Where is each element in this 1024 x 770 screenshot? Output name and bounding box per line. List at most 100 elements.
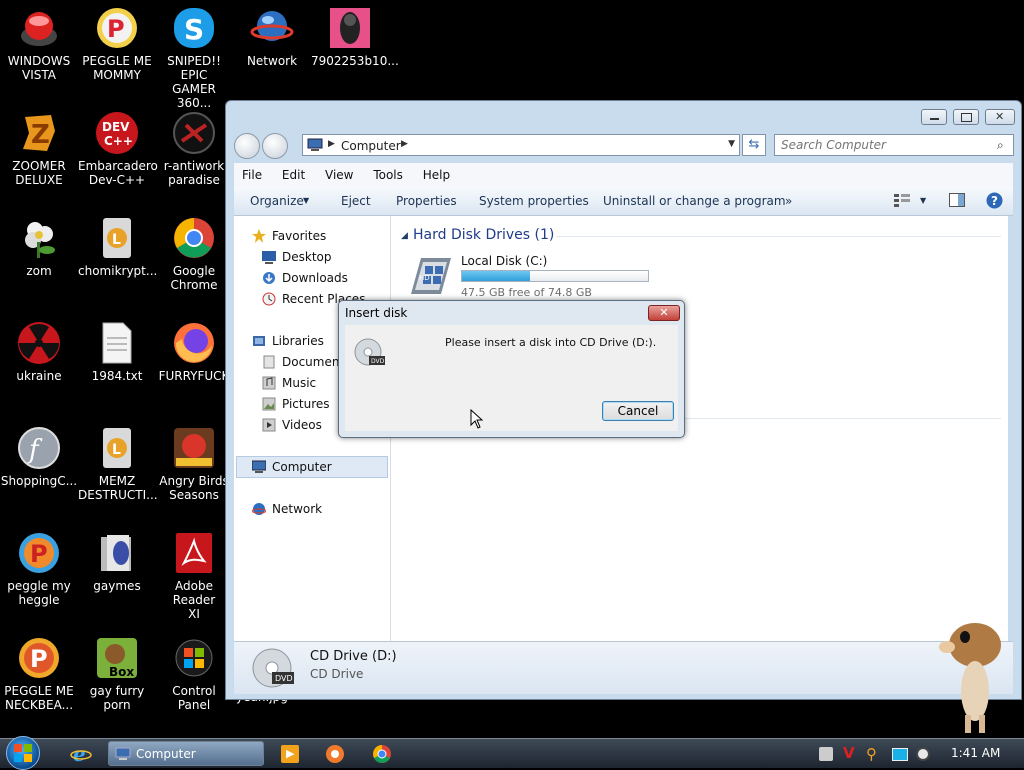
svg-text:HD: HD	[419, 274, 430, 282]
desktop-icon-label: zom	[26, 264, 52, 278]
desktop-icon-chomikrypt[interactable]: L chomikrypt...	[78, 210, 157, 278]
desktop-icon-control-panel[interactable]: Control Panel	[155, 630, 233, 712]
desktop-icon-ukraine[interactable]: ukraine	[0, 315, 78, 383]
dropdown-icon[interactable]: ▼	[920, 196, 926, 205]
minimize-button[interactable]	[921, 109, 947, 125]
svg-text:L: L	[112, 232, 121, 248]
nav-favorites[interactable]: Favorites	[252, 229, 326, 243]
details-drive-name: CD Drive (D:)	[310, 649, 397, 664]
desktop-icon-sniped[interactable]: S SNIPED!! EPIC GAMER 360...	[155, 0, 233, 110]
nav-downloads[interactable]: Downloads	[262, 271, 348, 285]
folder-icon	[95, 531, 139, 575]
desktop-icon-furry[interactable]: FURRYFUCK	[155, 315, 233, 383]
adobe-reader-icon	[172, 531, 216, 575]
videos-icon	[262, 418, 276, 432]
desktop-icon-peggle-me-mommy[interactable]: P PEGGLE ME MOMMY	[78, 0, 156, 82]
nav-videos[interactable]: Videos	[262, 418, 322, 432]
properties-button[interactable]: Properties	[396, 194, 457, 208]
desktop-icon-shopping[interactable]: f ShoppingC...	[0, 420, 78, 488]
menu-tools[interactable]: Tools	[373, 168, 403, 182]
libraries-icon	[252, 334, 266, 348]
peggle-icon: P	[17, 531, 61, 575]
nav-network[interactable]: Network	[251, 502, 322, 516]
desktop-icon-label: Google Chrome	[170, 264, 218, 292]
menu-view[interactable]: View	[325, 168, 353, 182]
nav-music[interactable]: Music	[262, 376, 316, 390]
taskbar-app[interactable]	[325, 744, 345, 764]
nav-pictures[interactable]: Pictures	[262, 397, 330, 411]
taskbar-explorer-window[interactable]: Computer	[108, 741, 264, 766]
desktop-icon-r-antiwork[interactable]: r-antiwork paradise	[155, 105, 233, 187]
help-icon[interactable]: ?	[986, 192, 1003, 212]
desktop-icon-memz[interactable]: L MEMZ DESTRUCTI...	[78, 420, 158, 502]
network-globe-icon	[250, 6, 294, 50]
computer-icon	[251, 460, 267, 474]
svg-text:P: P	[30, 540, 48, 568]
control-panel-icon	[172, 636, 216, 680]
desktop-icon-windows-vista[interactable]: WINDOWS VISTA	[0, 0, 78, 82]
back-button[interactable]	[234, 133, 260, 159]
more-commands-button[interactable]: »	[785, 194, 792, 208]
svg-text:DVD: DVD	[275, 674, 293, 683]
taskbar-chrome[interactable]	[372, 744, 392, 764]
breadcrumb-computer[interactable]: Computer	[341, 139, 401, 153]
desktop-icon-gaymes[interactable]: gaymes	[78, 525, 156, 593]
desktop-icon-gay-furry[interactable]: Box gay furry porn	[78, 630, 156, 712]
vista-icon	[17, 6, 61, 50]
tray-icon-volume[interactable]	[916, 747, 930, 761]
tray-icon-settings[interactable]	[819, 747, 833, 761]
system-tray: V ⚲ 1:41 AM	[815, 739, 1024, 769]
view-options-icon[interactable]	[894, 193, 910, 210]
desktop-icon-network[interactable]: Network	[233, 0, 311, 68]
desktop-icon-zoomer[interactable]: Z ZOOMER DELUXE	[0, 105, 78, 187]
tray-icon-display[interactable]	[892, 748, 908, 761]
svg-text:?: ?	[991, 194, 998, 208]
organize-button[interactable]: Organize	[250, 194, 304, 208]
collapse-group-icon[interactable]: ◢	[401, 231, 408, 241]
search-input[interactable]	[774, 134, 1014, 156]
search-icon[interactable]: ⌕	[997, 138, 1004, 153]
breadcrumb-arrow-icon: ▶	[328, 139, 335, 149]
desktop-icon-image[interactable]: 7902253b10...	[311, 0, 399, 68]
tray-icon-search[interactable]: ⚲	[866, 745, 877, 763]
address-bar[interactable]: ▶ Computer ▶ ▼	[302, 134, 740, 156]
desktop-icon-devcpp[interactable]: DEV C++ Embarcadero Dev-C++	[78, 105, 158, 187]
desktop-icon-adobe[interactable]: Adobe Reader XI	[155, 525, 233, 621]
desktop-icon-label: ukraine	[16, 369, 62, 383]
desktop-icon-1984-txt[interactable]: 1984.txt	[78, 315, 156, 383]
system-properties-button[interactable]: System properties	[479, 194, 589, 208]
network-icon	[251, 502, 267, 516]
desktop-icon-peggle-my-heggle[interactable]: P peggle my heggle	[0, 525, 78, 607]
computer-icon	[115, 747, 131, 760]
tray-icon-antivirus[interactable]: V	[843, 744, 855, 762]
desktop-icon-chrome[interactable]: Google Chrome	[155, 210, 233, 292]
menu-help[interactable]: Help	[423, 168, 450, 182]
eject-button[interactable]: Eject	[341, 194, 371, 208]
taskbar-media-player[interactable]: ▶	[281, 745, 299, 763]
menu-edit[interactable]: Edit	[282, 168, 305, 182]
drive-item-local-disk[interactable]: HD Local Disk (C:) 47.5 GB free of 74.8 …	[409, 252, 659, 300]
desktop-icon-zom[interactable]: zom	[0, 210, 78, 278]
nav-computer[interactable]: Computer	[251, 460, 332, 474]
dialog-close-button[interactable]: ✕	[648, 305, 680, 321]
group-header-hard-disk-drives[interactable]: Hard Disk Drives (1)	[413, 227, 554, 243]
nav-desktop[interactable]: Desktop	[262, 250, 332, 264]
drive-usage-bar	[461, 270, 649, 282]
maximize-button[interactable]	[953, 109, 979, 125]
address-dropdown-icon[interactable]: ▼	[728, 139, 735, 149]
preview-pane-icon[interactable]	[949, 193, 965, 210]
desktop-icon-peggle-neckbeard[interactable]: P PEGGLE ME NECKBEA...	[0, 630, 78, 712]
clock[interactable]: 1:41 AM	[951, 746, 1000, 760]
nav-libraries[interactable]: Libraries	[252, 334, 324, 348]
menu-file[interactable]: File	[242, 168, 262, 182]
uninstall-program-button[interactable]: Uninstall or change a program	[603, 194, 786, 208]
refresh-button[interactable]: ⇆	[742, 134, 766, 156]
cancel-button[interactable]: Cancel	[602, 401, 674, 421]
dialog-title: Insert disk	[345, 306, 408, 320]
forward-button[interactable]	[262, 133, 288, 159]
desktop-icon-label: WINDOWS VISTA	[7, 54, 71, 82]
start-button[interactable]	[6, 736, 40, 770]
taskbar-ie[interactable]: e	[70, 742, 92, 766]
desktop-icon-angry-birds[interactable]: Angry Birds Seasons	[155, 420, 233, 502]
close-button[interactable]: ✕	[985, 109, 1015, 125]
